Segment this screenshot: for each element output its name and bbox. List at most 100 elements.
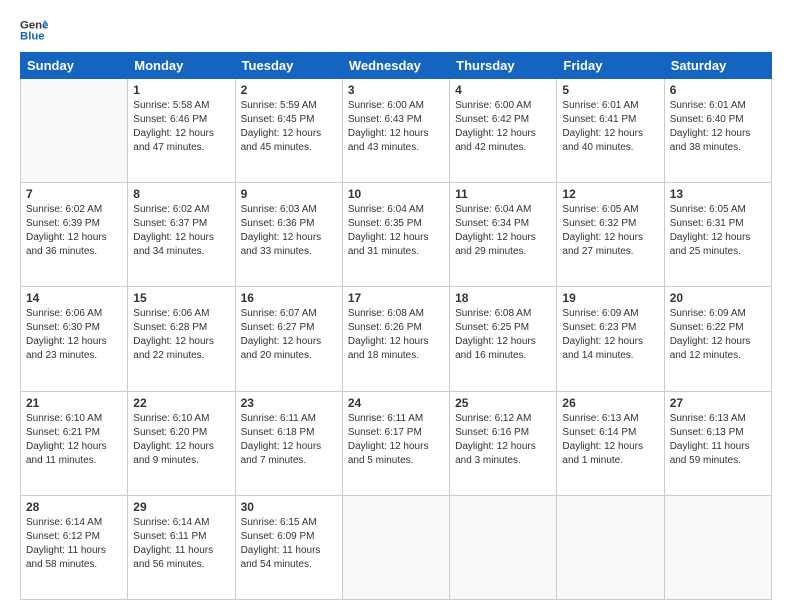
day-number: 17 bbox=[348, 291, 444, 305]
day-info: Sunrise: 6:07 AM Sunset: 6:27 PM Dayligh… bbox=[241, 307, 337, 363]
day-info: Sunrise: 6:11 AM Sunset: 6:18 PM Dayligh… bbox=[241, 412, 337, 468]
calendar-cell: 6 Sunrise: 6:01 AM Sunset: 6:40 PM Daylig… bbox=[664, 79, 771, 183]
day-info: Sunrise: 6:06 AM Sunset: 6:30 PM Dayligh… bbox=[26, 307, 122, 363]
day-info: Sunrise: 6:09 AM Sunset: 6:22 PM Dayligh… bbox=[670, 307, 766, 363]
day-info: Sunrise: 6:15 AM Sunset: 6:09 PM Dayligh… bbox=[241, 516, 337, 572]
day-info: Sunrise: 6:04 AM Sunset: 6:35 PM Dayligh… bbox=[348, 203, 444, 259]
day-info: Sunrise: 6:10 AM Sunset: 6:20 PM Dayligh… bbox=[133, 412, 229, 468]
day-number: 21 bbox=[26, 396, 122, 410]
day-header-tuesday: Tuesday bbox=[235, 53, 342, 79]
day-number: 28 bbox=[26, 500, 122, 514]
day-info: Sunrise: 6:05 AM Sunset: 6:31 PM Dayligh… bbox=[670, 203, 766, 259]
calendar-header-row: SundayMondayTuesdayWednesdayThursdayFrid… bbox=[21, 53, 772, 79]
day-number: 22 bbox=[133, 396, 229, 410]
day-number: 5 bbox=[562, 83, 658, 97]
day-info: Sunrise: 6:09 AM Sunset: 6:23 PM Dayligh… bbox=[562, 307, 658, 363]
calendar-cell: 26 Sunrise: 6:13 AM Sunset: 6:14 PM Dayli… bbox=[557, 391, 664, 495]
calendar-cell bbox=[342, 495, 449, 599]
calendar-cell: 11 Sunrise: 6:04 AM Sunset: 6:34 PM Dayli… bbox=[450, 183, 557, 287]
day-number: 27 bbox=[670, 396, 766, 410]
day-info: Sunrise: 6:04 AM Sunset: 6:34 PM Dayligh… bbox=[455, 203, 551, 259]
day-number: 7 bbox=[26, 187, 122, 201]
calendar-cell: 13 Sunrise: 6:05 AM Sunset: 6:31 PM Dayli… bbox=[664, 183, 771, 287]
calendar-cell bbox=[557, 495, 664, 599]
calendar-cell: 19 Sunrise: 6:09 AM Sunset: 6:23 PM Dayli… bbox=[557, 287, 664, 391]
calendar-cell: 25 Sunrise: 6:12 AM Sunset: 6:16 PM Dayli… bbox=[450, 391, 557, 495]
day-number: 9 bbox=[241, 187, 337, 201]
day-info: Sunrise: 6:08 AM Sunset: 6:26 PM Dayligh… bbox=[348, 307, 444, 363]
logo-icon: General Blue bbox=[20, 16, 48, 44]
day-number: 11 bbox=[455, 187, 551, 201]
calendar-cell: 1 Sunrise: 5:58 AM Sunset: 6:46 PM Daylig… bbox=[128, 79, 235, 183]
calendar-cell bbox=[21, 79, 128, 183]
page: General Blue SundayMondayTuesdayWednesda… bbox=[0, 0, 792, 612]
calendar-cell: 23 Sunrise: 6:11 AM Sunset: 6:18 PM Dayli… bbox=[235, 391, 342, 495]
day-number: 8 bbox=[133, 187, 229, 201]
day-header-sunday: Sunday bbox=[21, 53, 128, 79]
day-number: 6 bbox=[670, 83, 766, 97]
day-number: 25 bbox=[455, 396, 551, 410]
calendar-cell: 24Sunrise: 6:11 AM Sunset: 6:17 PM Dayli… bbox=[342, 391, 449, 495]
calendar-cell: 3Sunrise: 6:00 AM Sunset: 6:43 PM Daylig… bbox=[342, 79, 449, 183]
day-number: 30 bbox=[241, 500, 337, 514]
day-number: 2 bbox=[241, 83, 337, 97]
day-info: Sunrise: 6:13 AM Sunset: 6:13 PM Dayligh… bbox=[670, 412, 766, 468]
calendar-cell: 29 Sunrise: 6:14 AM Sunset: 6:11 PM Dayli… bbox=[128, 495, 235, 599]
day-header-monday: Monday bbox=[128, 53, 235, 79]
calendar-cell: 30 Sunrise: 6:15 AM Sunset: 6:09 PM Dayli… bbox=[235, 495, 342, 599]
day-info: Sunrise: 6:05 AM Sunset: 6:32 PM Dayligh… bbox=[562, 203, 658, 259]
day-number: 4 bbox=[455, 83, 551, 97]
calendar-cell: 9 Sunrise: 6:03 AM Sunset: 6:36 PM Daylig… bbox=[235, 183, 342, 287]
day-info: Sunrise: 6:14 AM Sunset: 6:11 PM Dayligh… bbox=[133, 516, 229, 572]
day-info: Sunrise: 6:01 AM Sunset: 6:41 PM Dayligh… bbox=[562, 99, 658, 155]
day-info: Sunrise: 6:06 AM Sunset: 6:28 PM Dayligh… bbox=[133, 307, 229, 363]
header: General Blue bbox=[20, 16, 772, 44]
day-header-wednesday: Wednesday bbox=[342, 53, 449, 79]
day-number: 29 bbox=[133, 500, 229, 514]
day-info: Sunrise: 5:59 AM Sunset: 6:45 PM Dayligh… bbox=[241, 99, 337, 155]
day-header-saturday: Saturday bbox=[664, 53, 771, 79]
calendar-table: SundayMondayTuesdayWednesdayThursdayFrid… bbox=[20, 52, 772, 600]
day-number: 13 bbox=[670, 187, 766, 201]
calendar-cell: 4 Sunrise: 6:00 AM Sunset: 6:42 PM Daylig… bbox=[450, 79, 557, 183]
day-info: Sunrise: 6:02 AM Sunset: 6:37 PM Dayligh… bbox=[133, 203, 229, 259]
day-info: Sunrise: 6:14 AM Sunset: 6:12 PM Dayligh… bbox=[26, 516, 122, 572]
day-number: 16 bbox=[241, 291, 337, 305]
day-number: 15 bbox=[133, 291, 229, 305]
day-info: Sunrise: 5:58 AM Sunset: 6:46 PM Dayligh… bbox=[133, 99, 229, 155]
calendar-cell: 15 Sunrise: 6:06 AM Sunset: 6:28 PM Dayli… bbox=[128, 287, 235, 391]
day-number: 18 bbox=[455, 291, 551, 305]
day-header-thursday: Thursday bbox=[450, 53, 557, 79]
day-number: 19 bbox=[562, 291, 658, 305]
calendar-cell bbox=[664, 495, 771, 599]
week-row-3: 14 Sunrise: 6:06 AM Sunset: 6:30 PM Dayli… bbox=[21, 287, 772, 391]
calendar-cell: 5 Sunrise: 6:01 AM Sunset: 6:41 PM Daylig… bbox=[557, 79, 664, 183]
calendar-cell: 8 Sunrise: 6:02 AM Sunset: 6:37 PM Daylig… bbox=[128, 183, 235, 287]
day-info: Sunrise: 6:12 AM Sunset: 6:16 PM Dayligh… bbox=[455, 412, 551, 468]
day-info: Sunrise: 6:08 AM Sunset: 6:25 PM Dayligh… bbox=[455, 307, 551, 363]
calendar-cell: 27 Sunrise: 6:13 AM Sunset: 6:13 PM Dayli… bbox=[664, 391, 771, 495]
day-number: 24 bbox=[348, 396, 444, 410]
day-number: 26 bbox=[562, 396, 658, 410]
calendar-cell: 16 Sunrise: 6:07 AM Sunset: 6:27 PM Dayli… bbox=[235, 287, 342, 391]
calendar-cell: 7Sunrise: 6:02 AM Sunset: 6:39 PM Daylig… bbox=[21, 183, 128, 287]
day-info: Sunrise: 6:10 AM Sunset: 6:21 PM Dayligh… bbox=[26, 412, 122, 468]
day-number: 20 bbox=[670, 291, 766, 305]
calendar-cell: 22 Sunrise: 6:10 AM Sunset: 6:20 PM Dayli… bbox=[128, 391, 235, 495]
calendar-cell: 14 Sunrise: 6:06 AM Sunset: 6:30 PM Dayli… bbox=[21, 287, 128, 391]
day-number: 10 bbox=[348, 187, 444, 201]
day-number: 1 bbox=[133, 83, 229, 97]
day-info: Sunrise: 6:00 AM Sunset: 6:43 PM Dayligh… bbox=[348, 99, 444, 155]
day-number: 23 bbox=[241, 396, 337, 410]
calendar-cell bbox=[450, 495, 557, 599]
week-row-4: 21 Sunrise: 6:10 AM Sunset: 6:21 PM Dayli… bbox=[21, 391, 772, 495]
day-info: Sunrise: 6:00 AM Sunset: 6:42 PM Dayligh… bbox=[455, 99, 551, 155]
day-info: Sunrise: 6:03 AM Sunset: 6:36 PM Dayligh… bbox=[241, 203, 337, 259]
day-number: 12 bbox=[562, 187, 658, 201]
week-row-1: 1 Sunrise: 5:58 AM Sunset: 6:46 PM Daylig… bbox=[21, 79, 772, 183]
day-info: Sunrise: 6:13 AM Sunset: 6:14 PM Dayligh… bbox=[562, 412, 658, 468]
day-info: Sunrise: 6:01 AM Sunset: 6:40 PM Dayligh… bbox=[670, 99, 766, 155]
calendar-cell: 21 Sunrise: 6:10 AM Sunset: 6:21 PM Dayli… bbox=[21, 391, 128, 495]
day-number: 14 bbox=[26, 291, 122, 305]
week-row-2: 7Sunrise: 6:02 AM Sunset: 6:39 PM Daylig… bbox=[21, 183, 772, 287]
